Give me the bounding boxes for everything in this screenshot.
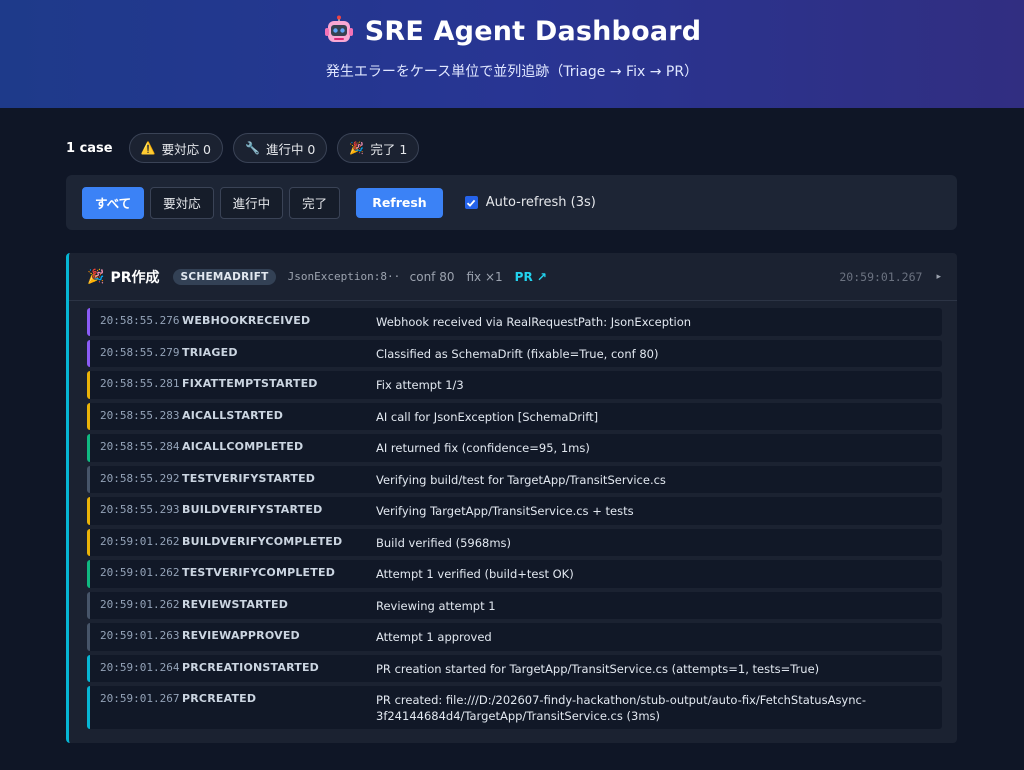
- stat-label: 要対応 0: [161, 141, 211, 157]
- robot-icon: [324, 15, 353, 42]
- case-confidence: conf 80: [409, 269, 455, 284]
- event-row: 20:58:55.293 BUILDVERIFYSTARTED Verifying …: [87, 497, 942, 525]
- event-time: 20:58:55.293: [100, 503, 180, 516]
- case-card[interactable]: 🎉 PR作成 SCHEMADRIFT JsonException:8··· co…: [66, 253, 957, 743]
- refresh-button[interactable]: Refresh: [356, 187, 443, 218]
- event-row: 20:58:55.283 AICALLSTARTED AI call for Jso…: [87, 402, 942, 430]
- event-type: TRIAGED: [182, 345, 238, 359]
- checkmark-icon: [467, 199, 476, 207]
- event-message: Webhook received via RealRequestPath: Js…: [376, 315, 692, 329]
- party-popper-icon: 🎉: [349, 141, 365, 155]
- case-status: 🎉 PR作成: [87, 267, 159, 287]
- case-exception: JsonException:8···: [287, 270, 398, 283]
- event-type: AICALLCOMPLETED: [182, 440, 304, 453]
- event-row: 20:59:01.262 BUILDVERIFYCOMPLETED Build ve…: [87, 528, 942, 556]
- event-time: 20:59:01.262: [100, 597, 180, 611]
- page-header: SRE Agent Dashboard 発生エラーをケース単位で並列追跡（Tri…: [0, 0, 1024, 108]
- event-type: PRCREATED: [182, 692, 257, 705]
- wrench-icon: 🔧: [245, 141, 260, 155]
- auto-refresh-toggle[interactable]: Auto-refresh (3s): [464, 195, 596, 210]
- event-time: 20:58:55.279: [100, 345, 180, 359]
- event-time: 20:59:01.262: [100, 566, 180, 579]
- title-row: SRE Agent Dashboard: [0, 15, 1024, 47]
- auto-refresh-checkbox[interactable]: [464, 196, 478, 209]
- event-message: Classified as SchemaDrift (fixable=True,…: [376, 346, 659, 361]
- event-row: 20:59:01.264 PRCREATIONSTARTED PR creation…: [87, 654, 942, 682]
- event-time: 20:58:55.292: [100, 471, 180, 485]
- stats-bar: 1 case ⚠️ 要対応 0 🔧 進行中 0 🎉 完了 1: [66, 132, 420, 164]
- event-type: WEBHOOKRECEIVED: [182, 314, 311, 327]
- event-time: 20:59:01.267: [100, 692, 180, 705]
- party-popper-icon: 🎉: [87, 268, 105, 285]
- filter-in-progress-button[interactable]: 進行中: [219, 186, 284, 219]
- event-message: Fix attempt 1/3: [376, 378, 464, 392]
- stat-pill-needs-action: ⚠️ 要対応 0: [128, 133, 223, 163]
- event-row: 20:58:55.292 TESTVERIFYSTARTED Verifying b…: [87, 465, 942, 493]
- event-type: BUILDVERIFYSTARTED: [182, 503, 323, 516]
- page-subtitle: 発生エラーをケース単位で並列追跡（Triage → Fix → PR）: [325, 64, 699, 80]
- event-message: Reviewing attempt 1: [376, 598, 496, 613]
- case-fix-count: fix ×1: [466, 269, 503, 284]
- event-time: 20:59:01.263: [100, 629, 180, 642]
- event-message: Build verified (5968ms): [376, 535, 512, 550]
- filter-bar: すべて 要対応 進行中 完了 Refresh Auto-refresh (3s): [66, 175, 957, 230]
- event-row: 20:58:55.281 FIXATTEMPTSTARTED Fix attempt…: [87, 371, 942, 399]
- event-type: AICALLSTARTED: [182, 408, 284, 422]
- case-status-label: PR作成: [110, 269, 160, 286]
- event-list: 20:58:55.276 WEBHOOKRECEIVED Webhook recei…: [87, 308, 942, 733]
- event-message: AI returned fix (confidence=95, 1ms): [376, 441, 590, 455]
- stat-pill-in-progress: 🔧 進行中 0: [233, 133, 328, 163]
- event-time: 20:58:55.284: [100, 440, 180, 453]
- event-type: REVIEWAPPROVED: [182, 629, 300, 642]
- filter-all-button[interactable]: すべて: [82, 186, 145, 219]
- event-message: Verifying TargetApp/TransitService.cs + …: [376, 504, 634, 518]
- event-message: Attempt 1 approved: [376, 630, 492, 644]
- filter-completed-button[interactable]: 完了: [289, 186, 341, 219]
- event-message: AI call for JsonException [SchemaDrift]: [376, 409, 599, 424]
- warning-icon: ⚠️: [140, 141, 156, 155]
- event-message: Attempt 1 verified (build+test OK): [376, 567, 574, 581]
- event-message: PR created: file:///D:/202607-findy-hack…: [376, 693, 867, 723]
- stat-label: 完了 1: [370, 141, 408, 157]
- event-row: 20:58:55.276 WEBHOOKRECEIVED Webhook recei…: [87, 308, 942, 336]
- pr-link[interactable]: PR ↗: [515, 270, 547, 284]
- event-row: 20:59:01.262 REVIEWSTARTED Reviewing attem…: [87, 591, 942, 619]
- stat-label: 進行中 0: [265, 141, 316, 157]
- auto-refresh-label: Auto-refresh (3s): [485, 195, 596, 210]
- event-row: 20:59:01.263 REVIEWAPPROVED Attempt 1 appr…: [87, 623, 942, 651]
- event-row: 20:58:55.284 AICALLCOMPLETED AI returned f…: [87, 434, 942, 462]
- event-time: 20:59:01.262: [100, 534, 180, 548]
- event-type: FIXATTEMPTSTARTED: [182, 377, 318, 390]
- event-type: REVIEWSTARTED: [182, 597, 289, 611]
- case-header[interactable]: 🎉 PR作成 SCHEMADRIFT JsonException:8··· co…: [69, 253, 957, 301]
- event-type: PRCREATIONSTARTED: [182, 660, 320, 674]
- filter-needs-action-button[interactable]: 要対応: [150, 186, 214, 219]
- expand-toggle-icon[interactable]: ▸: [936, 272, 941, 282]
- stat-pill-completed: 🎉 完了 1: [337, 133, 420, 163]
- page-title: SRE Agent Dashboard: [364, 15, 702, 47]
- event-row: 20:59:01.262 TESTVERIFYCOMPLETED Attempt 1…: [87, 560, 942, 588]
- event-row: 20:58:55.279 TRIAGED Classified as SchemaD…: [87, 339, 942, 367]
- case-time: 20:59:01.267: [839, 269, 923, 284]
- event-time: 20:58:55.281: [100, 377, 180, 390]
- case-count: 1 case: [66, 140, 113, 156]
- event-message: Verifying build/test for TargetApp/Trans…: [376, 472, 666, 487]
- event-type: TESTVERIFYCOMPLETED: [182, 566, 336, 579]
- event-type: BUILDVERIFYCOMPLETED: [182, 534, 343, 548]
- event-time: 20:58:55.283: [100, 408, 180, 422]
- event-time: 20:58:55.276: [100, 314, 180, 327]
- event-row: 20:59:01.267 PRCREATED PR created: file://…: [87, 686, 942, 729]
- event-message: PR creation started for TargetApp/Transi…: [376, 661, 820, 676]
- event-time: 20:59:01.264: [100, 660, 180, 674]
- case-type-badge: SCHEMADRIFT: [173, 268, 276, 285]
- event-type: TESTVERIFYSTARTED: [182, 471, 316, 485]
